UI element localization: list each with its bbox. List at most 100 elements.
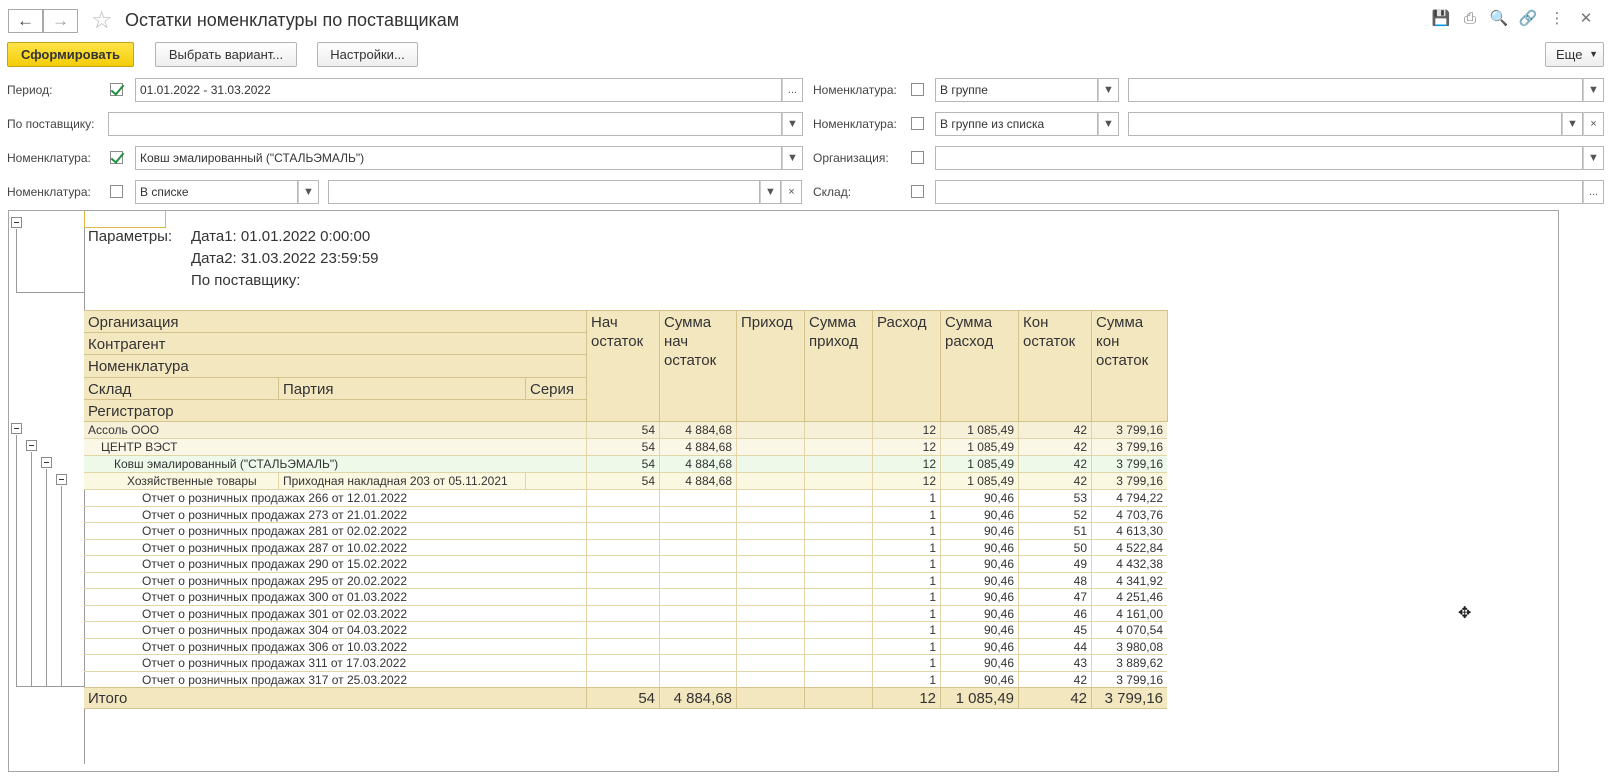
start-sum-cell[interactable]: 4 884,68 — [660, 439, 737, 455]
nomenclature-dropdown-button[interactable]: ▼ — [782, 146, 803, 170]
end-sum-cell[interactable]: 3 799,16 — [1092, 422, 1167, 438]
expense-sum-cell[interactable]: 90,46 — [941, 523, 1019, 539]
nomenclature-group-mode-dropdown[interactable]: ▼ — [1098, 78, 1119, 102]
supplier-field[interactable] — [108, 112, 782, 136]
expense-sum-cell[interactable]: 90,46 — [941, 589, 1019, 605]
table-row[interactable]: Отчет о розничных продажах 287 от 10.02.… — [84, 539, 1167, 556]
header-end-sum[interactable]: Сумма кон остаток — [1092, 310, 1168, 422]
end-qty-cell[interactable]: 50 — [1019, 539, 1092, 556]
favorite-star-icon[interactable]: ☆ — [91, 6, 113, 35]
income-cell[interactable] — [737, 439, 805, 455]
income-sum-cell[interactable] — [805, 605, 873, 622]
income-sum-cell[interactable] — [805, 589, 873, 605]
nomenclature-group-checkbox[interactable] — [911, 83, 924, 96]
nomenclature-group-list-field[interactable] — [1128, 112, 1562, 136]
table-row[interactable]: Отчет о розничных продажах 306 от 10.03.… — [84, 638, 1167, 655]
income-cell[interactable] — [737, 539, 805, 556]
nomenclature-group-list-clear[interactable]: × — [1583, 112, 1604, 136]
registrar-cell[interactable]: Отчет о розничных продажах 266 от 12.01.… — [84, 490, 587, 506]
period-checkbox[interactable] — [110, 83, 123, 96]
warehouse-select-button[interactable]: ... — [1583, 180, 1604, 204]
registrar-cell[interactable]: Отчет о розничных продажах 304 от 04.03.… — [84, 622, 587, 638]
income-sum-cell[interactable] — [805, 638, 873, 655]
end-sum-cell[interactable]: 4 432,38 — [1092, 556, 1167, 572]
start-sum-cell[interactable] — [660, 523, 737, 539]
total-start-sum[interactable]: 4 884,68 — [660, 688, 737, 709]
income-sum-cell[interactable] — [805, 473, 873, 489]
registrar-cell[interactable]: Отчет о розничных продажах 300 от 01.03.… — [84, 589, 587, 605]
income-sum-cell[interactable] — [805, 572, 873, 589]
start-qty-cell[interactable] — [587, 605, 660, 622]
income-cell[interactable] — [737, 556, 805, 572]
income-sum-cell[interactable] — [805, 422, 873, 438]
end-qty-cell[interactable]: 49 — [1019, 556, 1092, 572]
expense-cell[interactable]: 1 — [873, 638, 941, 655]
income-cell[interactable] — [737, 638, 805, 655]
expense-cell[interactable]: 1 — [873, 506, 941, 523]
start-sum-cell[interactable] — [660, 589, 737, 605]
nomenclature-group-field[interactable] — [1128, 78, 1583, 102]
start-sum-cell[interactable] — [660, 572, 737, 589]
end-sum-cell[interactable]: 4 613,30 — [1092, 523, 1167, 539]
end-qty-cell[interactable]: 42 — [1019, 456, 1092, 472]
table-row[interactable]: Отчет о розничных продажах 281 от 02.02.… — [84, 523, 1167, 540]
start-sum-cell[interactable] — [660, 622, 737, 638]
end-qty-cell[interactable]: 45 — [1019, 622, 1092, 638]
start-sum-cell[interactable]: 4 884,68 — [660, 456, 737, 472]
start-qty-cell[interactable]: 54 — [587, 473, 660, 489]
expense-cell[interactable]: 1 — [873, 589, 941, 605]
forward-button[interactable]: → — [43, 9, 78, 33]
expense-cell[interactable]: 12 — [873, 422, 941, 438]
expense-cell[interactable]: 12 — [873, 473, 941, 489]
end-qty-cell[interactable]: 42 — [1019, 439, 1092, 455]
nomenclature-checkbox[interactable] — [110, 151, 123, 164]
nomenclature-group-dropdown[interactable]: ▼ — [1583, 78, 1604, 102]
collapse-level2-toggle[interactable] — [26, 440, 37, 451]
end-sum-cell[interactable]: 3 799,16 — [1092, 456, 1167, 472]
current-cell[interactable] — [84, 211, 166, 228]
warehouse-checkbox[interactable] — [911, 185, 924, 198]
income-sum-cell[interactable] — [805, 671, 873, 688]
expense-cell[interactable]: 1 — [873, 556, 941, 572]
table-row[interactable]: Отчет о розничных продажах 311 от 17.03.… — [84, 655, 1167, 672]
income-cell[interactable] — [737, 589, 805, 605]
nomenclature-group-mode[interactable]: В группе — [935, 78, 1098, 102]
start-qty-cell[interactable] — [587, 655, 660, 671]
income-cell[interactable] — [737, 506, 805, 523]
nomenclature-group-list-dropdown[interactable]: ▼ — [1562, 112, 1583, 136]
group-label[interactable]: ЦЕНТР ВЭСТ — [84, 439, 587, 455]
registrar-cell[interactable]: Отчет о розничных продажах 317 от 25.03.… — [84, 671, 587, 688]
start-qty-cell[interactable] — [587, 490, 660, 506]
end-sum-cell[interactable]: 4 070,54 — [1092, 622, 1167, 638]
print-icon[interactable]: ⎙ — [1459, 8, 1481, 30]
organization-dropdown[interactable]: ▼ — [1583, 146, 1604, 170]
end-qty-cell[interactable]: 48 — [1019, 572, 1092, 589]
expense-sum-cell[interactable]: 90,46 — [941, 638, 1019, 655]
end-sum-cell[interactable]: 4 794,22 — [1092, 490, 1167, 506]
collapse-level1-toggle[interactable] — [11, 423, 22, 434]
expense-sum-cell[interactable]: 90,46 — [941, 605, 1019, 622]
start-qty-cell[interactable] — [587, 506, 660, 523]
expense-cell[interactable]: 1 — [873, 572, 941, 589]
income-cell[interactable] — [737, 572, 805, 589]
registrar-cell[interactable]: Отчет о розничных продажах 273 от 21.01.… — [84, 506, 587, 523]
income-cell[interactable] — [737, 422, 805, 438]
expense-sum-cell[interactable]: 90,46 — [941, 572, 1019, 589]
nomenclature-list-mode-dropdown[interactable]: ▼ — [298, 180, 319, 204]
table-row[interactable]: Отчет о розничных продажах 317 от 25.03.… — [84, 671, 1167, 688]
registrar-cell[interactable]: Отчет о розничных продажах 287 от 10.02.… — [84, 539, 587, 556]
start-qty-cell[interactable]: 54 — [587, 439, 660, 455]
start-qty-cell[interactable] — [587, 572, 660, 589]
start-sum-cell[interactable] — [660, 605, 737, 622]
header-start-qty[interactable]: Нач остаток — [587, 310, 660, 422]
income-sum-cell[interactable] — [805, 506, 873, 523]
expense-cell[interactable]: 1 — [873, 671, 941, 688]
expense-cell[interactable]: 1 — [873, 655, 941, 671]
nomenclature-list-checkbox[interactable] — [110, 185, 123, 198]
start-sum-cell[interactable] — [660, 655, 737, 671]
income-sum-cell[interactable] — [805, 456, 873, 472]
save-icon[interactable]: 💾 — [1430, 8, 1452, 30]
end-qty-cell[interactable]: 47 — [1019, 589, 1092, 605]
total-row[interactable]: Итого 54 4 884,68 12 1 085,49 42 3 799,1… — [84, 687, 1167, 709]
registrar-cell[interactable]: Отчет о розничных продажах 306 от 10.03.… — [84, 638, 587, 655]
